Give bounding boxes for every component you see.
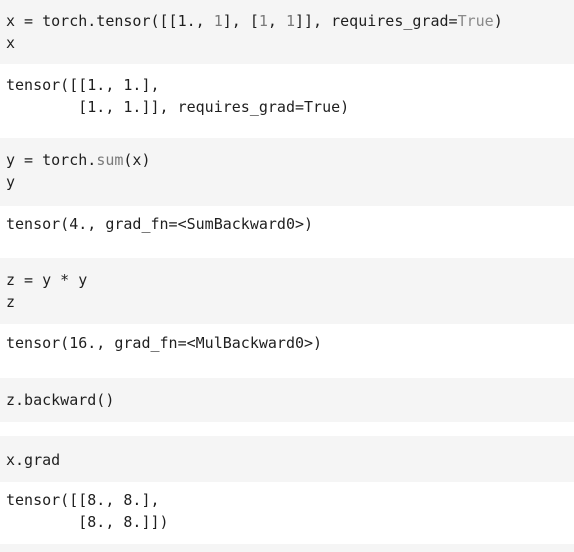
code-text: ) bbox=[493, 12, 503, 30]
code-line: x bbox=[6, 34, 16, 52]
code-line: x.grad bbox=[6, 451, 61, 469]
code-cell-3-output: tensor(16., grad_fn=<MulBackward0>) bbox=[0, 324, 574, 378]
code-cell-5-input[interactable]: x.grad bbox=[0, 436, 574, 482]
output-line: tensor(16., grad_fn=<MulBackward0>) bbox=[6, 334, 323, 352]
output-line: tensor([[8., 8.], bbox=[6, 491, 160, 509]
code-line: y = torch.sum(x) bbox=[6, 149, 574, 171]
code-cell-2-output: tensor(4., grad_fn=<SumBackward0>) bbox=[0, 206, 574, 258]
output-line: tensor([[1., 1.], bbox=[6, 76, 160, 94]
code-line: z.backward() bbox=[6, 391, 115, 409]
output-line: tensor(4., grad_fn=<SumBackward0>) bbox=[6, 215, 314, 233]
code-number: 1 bbox=[213, 12, 223, 30]
code-line: x = torch.tensor([[1., 1], [1, 1]], requ… bbox=[6, 10, 574, 32]
code-cell-1-input[interactable]: x = torch.tensor([[1., 1], [1, 1]], requ… bbox=[0, 0, 574, 64]
code-cell-1-output: tensor([[1., 1.], [1., 1.]], requires_gr… bbox=[0, 64, 574, 138]
code-cell-4-input[interactable]: z.backward() bbox=[0, 378, 574, 422]
code-line: z bbox=[6, 293, 16, 311]
code-text: (x) bbox=[123, 151, 151, 169]
code-text: x = torch.tensor([[1., bbox=[6, 12, 214, 30]
code-keyword: True bbox=[457, 12, 494, 30]
code-number: 1 bbox=[258, 12, 268, 30]
code-cell-3-input[interactable]: z = y * y z bbox=[0, 258, 574, 324]
code-text: , bbox=[267, 12, 286, 30]
code-line: y bbox=[6, 173, 16, 191]
code-cell-2-input[interactable]: y = torch.sum(x) y bbox=[0, 138, 574, 206]
code-line: z = y * y bbox=[6, 271, 88, 289]
code-text: y = torch. bbox=[6, 151, 97, 169]
output-line: [1., 1.]], requires_grad=True) bbox=[6, 98, 350, 116]
code-number: 1 bbox=[285, 12, 295, 30]
code-cell-6-input[interactable] bbox=[0, 544, 574, 552]
code-text: ]], requires_grad= bbox=[295, 12, 458, 30]
output-line: [8., 8.]]) bbox=[6, 513, 169, 531]
code-cell-5-output: tensor([[8., 8.], [8., 8.]]) bbox=[0, 482, 574, 544]
code-function: sum bbox=[96, 151, 124, 169]
code-text: ], [ bbox=[222, 12, 259, 30]
